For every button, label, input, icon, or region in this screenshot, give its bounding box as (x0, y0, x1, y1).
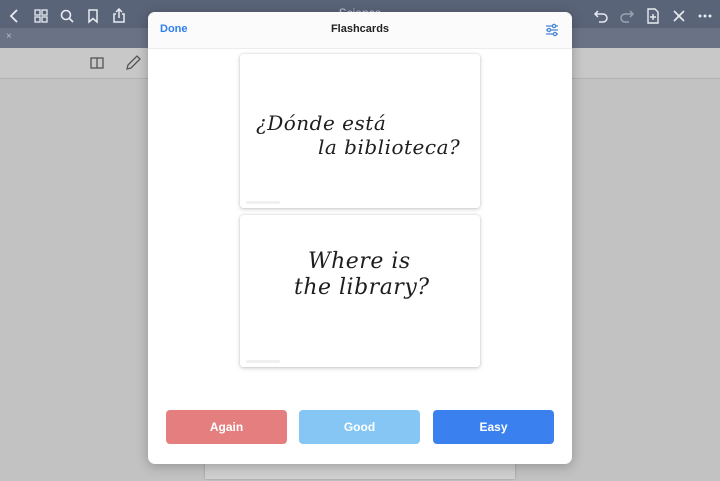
search-icon[interactable] (56, 5, 78, 27)
flashcard-back[interactable]: Where is the library? (240, 215, 480, 367)
add-page-icon[interactable] (642, 5, 664, 27)
undo-icon[interactable] (590, 5, 612, 27)
back-chevron-icon[interactable] (4, 5, 26, 27)
grid-icon[interactable] (30, 5, 52, 27)
close-icon[interactable] (668, 5, 690, 27)
good-button[interactable]: Good (299, 410, 420, 444)
flashcard-front[interactable]: ¿Dónde está la biblioteca? (240, 54, 480, 208)
redo-icon[interactable] (616, 5, 638, 27)
card-footer-mark (246, 201, 280, 204)
back-line-1: Where is (308, 249, 411, 274)
tab-close-icon[interactable]: × (6, 31, 12, 42)
again-button[interactable]: Again (166, 410, 287, 444)
pencil-icon[interactable] (124, 54, 142, 72)
bookmark-icon[interactable] (82, 5, 104, 27)
flashcards-modal: Done Flashcards ¿Dónde está la bibliotec… (148, 12, 572, 464)
back-line-2: the library? (294, 275, 430, 300)
card-footer-mark (246, 360, 280, 363)
more-icon[interactable] (694, 5, 716, 27)
sliders-icon[interactable] (544, 22, 560, 38)
modal-header: Done Flashcards (148, 12, 572, 49)
share-icon[interactable] (108, 5, 130, 27)
front-line-1: ¿Dónde está (256, 111, 387, 135)
easy-button[interactable]: Easy (433, 410, 554, 444)
front-line-2: la biblioteca? (318, 135, 461, 159)
book-icon[interactable] (88, 54, 106, 72)
modal-title: Flashcards (330, 23, 390, 35)
